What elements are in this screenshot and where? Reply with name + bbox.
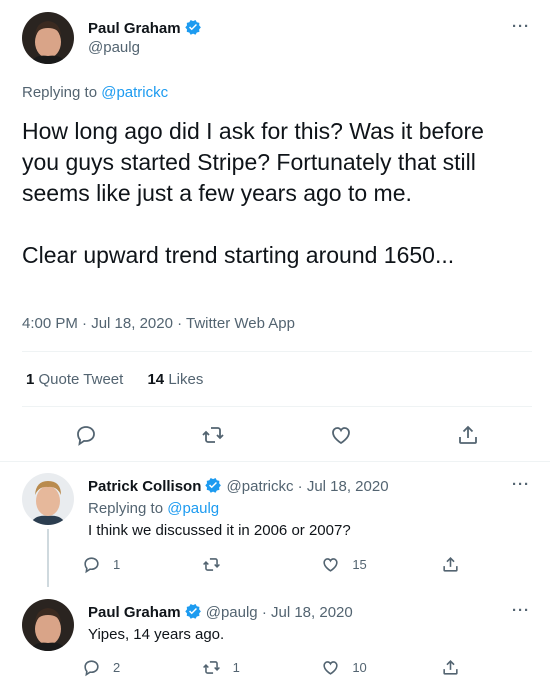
tweet-time[interactable]: 4:00 PM: [22, 315, 78, 332]
like-icon: [323, 558, 338, 572]
like-count: 15: [352, 557, 367, 572]
share-button[interactable]: [441, 658, 472, 677]
reply-action-bar: 2 1 10: [82, 658, 472, 677]
verified-badge-icon: [184, 18, 202, 42]
divider: [22, 406, 532, 407]
reply-action-bar: 1 15: [82, 555, 472, 574]
author-handle[interactable]: @paulg: [206, 604, 258, 621]
avatar-paul-graham[interactable]: [22, 599, 74, 651]
tweet-source[interactable]: Twitter Web App: [186, 315, 295, 332]
reply-header: Patrick Collison @patrickc · Jul 18, 202…: [88, 476, 389, 498]
reply-date[interactable]: Jul 18, 2020: [307, 478, 389, 495]
divider: [22, 351, 532, 352]
tweet-date[interactable]: Jul 18, 2020: [91, 315, 173, 332]
retweet-icon: [202, 558, 220, 571]
share-icon[interactable]: [456, 423, 480, 447]
reply-header: Paul Graham @paulg · Jul 18, 2020: [88, 602, 353, 624]
verified-badge-icon: [184, 602, 202, 624]
like-button[interactable]: 15: [321, 555, 401, 574]
main-tweet-header: Paul Graham @paulg: [88, 18, 202, 58]
retweet-count: 1: [232, 660, 240, 675]
author-name[interactable]: Paul Graham: [88, 18, 202, 38]
verified-badge-icon: [204, 476, 222, 498]
replying-to-link[interactable]: @paulg: [167, 500, 219, 517]
avatar-paul-graham[interactable]: [22, 12, 74, 64]
reply-button[interactable]: 2: [82, 658, 162, 677]
likes-stat[interactable]: 14 Likes: [147, 371, 203, 388]
share-icon: [443, 557, 458, 572]
reply-text: Yipes, 14 years ago.: [88, 626, 225, 643]
author-name[interactable]: Patrick Collison: [88, 478, 201, 495]
tweet-action-bar: [22, 418, 532, 452]
reply-count: 1: [113, 557, 121, 572]
like-icon[interactable]: [329, 423, 353, 447]
tweet-text: How long ago did I ask for this? Was it …: [22, 118, 484, 268]
like-icon: [323, 661, 338, 675]
share-icon: [443, 660, 458, 675]
tweet-meta: 4:00 PM · Jul 18, 2020 · Twitter Web App: [22, 315, 295, 332]
thread-line: [47, 529, 49, 587]
divider: [0, 461, 550, 462]
retweet-button[interactable]: [202, 555, 282, 574]
replying-to-link[interactable]: @patrickc: [101, 84, 168, 101]
retweet-icon[interactable]: [201, 423, 225, 447]
more-icon[interactable]: ···: [512, 602, 530, 619]
reply-date[interactable]: Jul 18, 2020: [271, 604, 353, 621]
author-handle[interactable]: @patrickc: [227, 478, 294, 495]
reply-button[interactable]: 1: [82, 555, 162, 574]
like-button[interactable]: 10: [321, 658, 401, 677]
reply-icon[interactable]: [74, 423, 98, 447]
tweet-stats: 1 Quote Tweet 14 Likes: [26, 371, 223, 388]
reply-icon: [84, 660, 99, 677]
retweet-button[interactable]: 1: [202, 658, 282, 677]
author-name[interactable]: Paul Graham: [88, 604, 181, 621]
reply-icon: [84, 557, 99, 574]
like-count: 10: [352, 660, 367, 675]
reply-text: I think we discussed it in 2006 or 2007?: [88, 522, 351, 539]
more-icon[interactable]: ···: [512, 476, 530, 493]
reply-count: 2: [113, 660, 121, 675]
share-button[interactable]: [441, 555, 472, 574]
replying-to: Replying to @patrickc: [22, 84, 169, 101]
quote-tweets-stat[interactable]: 1 Quote Tweet: [26, 371, 123, 388]
avatar-patrick-collison[interactable]: [22, 473, 74, 525]
retweet-icon: [202, 661, 220, 674]
more-icon[interactable]: ···: [512, 18, 530, 35]
replying-to: Replying to @paulg: [88, 500, 220, 517]
